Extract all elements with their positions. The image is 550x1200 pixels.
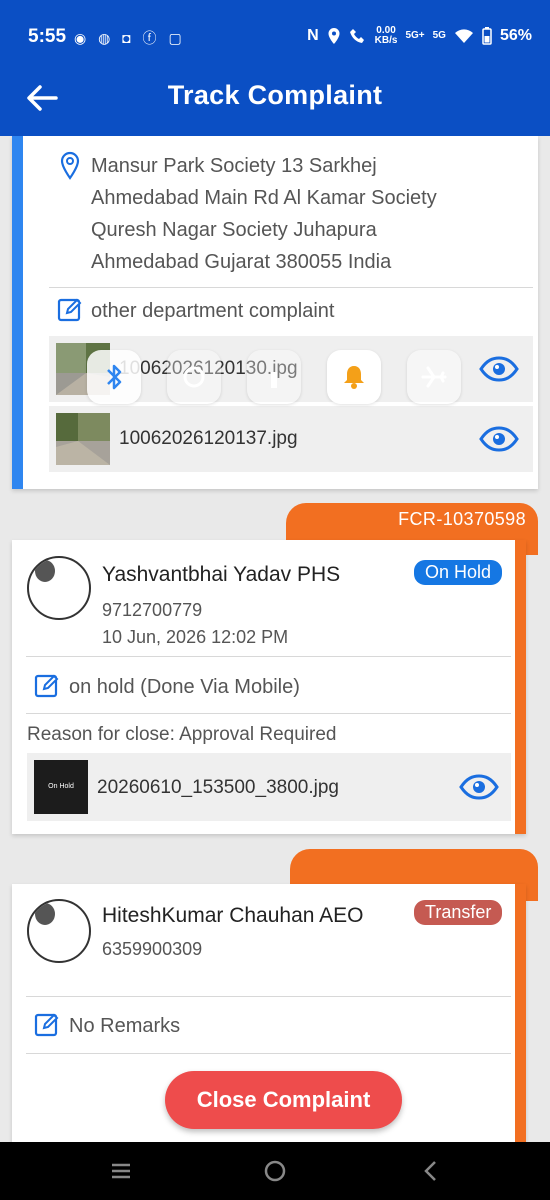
view-eye-icon[interactable] xyxy=(479,356,519,382)
history-date: 10 Jun, 2026 12:02 PM xyxy=(102,627,289,647)
location-pin-icon xyxy=(60,151,80,180)
data-speed: 0.00 KB/s xyxy=(375,26,398,46)
status-badge: On Hold xyxy=(414,560,503,585)
history-remark: No Remarks xyxy=(69,1015,181,1037)
edit-note-icon xyxy=(34,1013,59,1037)
history-card: Yashvantbhai Yadav PHS On Hold 971270077… xyxy=(12,540,526,834)
complaint-address: Mansur Park Society 13 Sarkhej Ahmedabad… xyxy=(91,150,531,278)
address-line: Ahmedabad Gujarat 380055 India xyxy=(91,251,392,273)
nfc-icon: N xyxy=(307,27,319,44)
address-line: Ahmedabad Main Rd Al Kamar Society xyxy=(91,187,437,209)
edit-note-icon xyxy=(34,674,59,698)
complaint-content[interactable]: Mansur Park Society 13 Sarkhej Ahmedabad… xyxy=(0,136,550,1142)
history-remark: on hold (Done Via Mobile) xyxy=(69,676,300,698)
bluetooth-icon xyxy=(107,364,122,390)
airplane-icon xyxy=(421,366,447,388)
quick-setting-data-saver[interactable] xyxy=(167,350,221,404)
quick-setting-bluetooth[interactable] xyxy=(87,350,141,404)
close-complaint-button[interactable]: Close Complaint xyxy=(165,1071,402,1129)
quick-setting-airplane-mode[interactable] xyxy=(407,350,461,404)
location-icon xyxy=(328,28,340,44)
page-title: Track Complaint xyxy=(167,80,383,110)
officer-name: Yashvantbhai Yadav PHS xyxy=(102,563,341,586)
avatar xyxy=(27,556,91,620)
wifi-icon xyxy=(454,29,473,43)
divider xyxy=(26,656,511,657)
complaint-detail-card: Mansur Park Society 13 Sarkhej Ahmedabad… xyxy=(12,136,538,489)
speed-unit: KB/s xyxy=(374,35,398,46)
battery-percent: 56% xyxy=(499,27,532,44)
attachment-row: On Hold 20260610_153500_3800.jpg xyxy=(27,753,511,821)
attachment-file-name: 20260610_153500_3800.jpg xyxy=(97,777,339,798)
edit-note-icon xyxy=(57,298,82,322)
address-line: Mansur Park Society 13 Sarkhej xyxy=(91,155,377,177)
network-5g-plus: 5G+ xyxy=(405,30,425,41)
data-saver-icon xyxy=(183,366,205,388)
attachment-thumbnail xyxy=(56,413,110,465)
app-bar: Track Complaint xyxy=(0,66,550,136)
bell-icon xyxy=(344,366,364,389)
status-badge: Transfer xyxy=(414,900,503,925)
close-reason: Reason for close: Approval Required xyxy=(27,724,337,745)
network-5g: 5G xyxy=(432,30,446,41)
status-bar: 5:55 ◉ ◍ ◘ ⓕ ▢ N 0.00 KB/s 5G+ 5G 56% xyxy=(0,0,550,66)
attachment-row: 10062026120137.jpg xyxy=(49,406,533,472)
view-eye-icon[interactable] xyxy=(459,774,499,800)
system-navigation-bar xyxy=(0,1142,550,1200)
recent-apps-icon[interactable] xyxy=(106,1156,136,1186)
quick-setting-flashlight[interactable] xyxy=(247,350,301,404)
flashlight-icon xyxy=(271,372,277,388)
avatar xyxy=(27,899,91,963)
address-line: Quresh Nagar Society Juhapura xyxy=(91,219,377,241)
call-icon xyxy=(349,29,364,43)
officer-phone: 9712700779 xyxy=(102,600,203,620)
home-icon[interactable] xyxy=(260,1156,290,1186)
history-reference: FCR-10370598 xyxy=(398,509,526,529)
back-nav-icon[interactable] xyxy=(416,1156,446,1186)
battery-icon xyxy=(482,27,492,45)
view-eye-icon[interactable] xyxy=(479,426,519,452)
complaint-remark: other department complaint xyxy=(91,300,335,322)
notification-icons: ◉ ◍ ◘ ⓕ ▢ xyxy=(74,30,186,46)
officer-name: HiteshKumar Chauhan AEO xyxy=(102,904,364,927)
divider xyxy=(26,1053,511,1054)
status-time: 5:55 xyxy=(28,26,67,47)
divider xyxy=(26,996,511,997)
divider xyxy=(26,713,511,714)
attachment-file-name: 10062026120137.jpg xyxy=(119,428,298,449)
status-indicators: N 0.00 KB/s 5G+ 5G 56% xyxy=(307,26,532,46)
attachment-thumbnail: On Hold xyxy=(34,760,88,814)
quick-setting-sound[interactable] xyxy=(327,350,381,404)
officer-phone: 6359900309 xyxy=(102,939,203,959)
divider xyxy=(49,287,533,288)
